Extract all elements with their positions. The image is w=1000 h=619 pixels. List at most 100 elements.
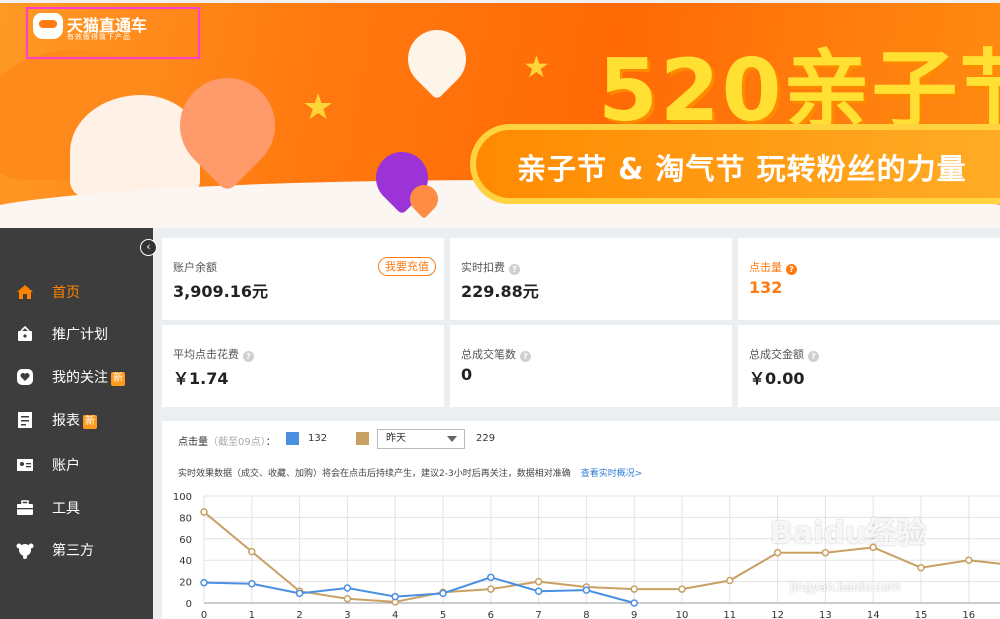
series-point bbox=[582, 586, 591, 594]
heart-icon bbox=[17, 369, 33, 385]
help-icon[interactable]: ? bbox=[243, 351, 254, 362]
x-tick-label: 3 bbox=[344, 610, 350, 619]
clicks-line-chart: 02040608010001234567891011121314151617 bbox=[173, 492, 1000, 619]
new-badge: 新 bbox=[111, 372, 125, 386]
orders-card: 总成交笔数? 0 bbox=[450, 325, 732, 407]
new-badge: 新 bbox=[83, 415, 97, 429]
x-tick-label: 15 bbox=[915, 610, 928, 619]
series-point bbox=[678, 585, 686, 593]
heart-decoration-icon bbox=[395, 17, 479, 101]
help-icon[interactable]: ? bbox=[808, 351, 819, 362]
x-tick-label: 12 bbox=[771, 610, 784, 619]
star-decoration-icon: ★ bbox=[302, 87, 335, 128]
x-tick-label: 16 bbox=[962, 610, 975, 619]
series-point bbox=[534, 577, 543, 586]
orders-label: 总成交笔数? bbox=[461, 346, 531, 362]
data-delay-notice: 实时效果数据（成交、收藏、加购）将会在点击后持续产生，建议2-3小时后再关注，数… bbox=[178, 469, 643, 479]
sidebar-item-label: 首页 bbox=[52, 285, 80, 301]
banner-subtitle: 亲子节 & 淘气节 玩转粉丝的力量 bbox=[517, 152, 967, 186]
series-point bbox=[487, 585, 495, 593]
sidebar-item-tools[interactable]: 工具 bbox=[0, 487, 153, 529]
sidebar-item-third-party[interactable]: 第三方 bbox=[0, 529, 153, 571]
compare-clicks-value: 229 bbox=[476, 433, 496, 444]
series-point bbox=[248, 547, 256, 556]
y-tick-label: 20 bbox=[179, 578, 192, 589]
series-point bbox=[487, 573, 495, 582]
series-point bbox=[534, 587, 543, 595]
id-card-icon bbox=[17, 459, 33, 471]
x-tick-label: 14 bbox=[867, 610, 880, 619]
series-point bbox=[200, 578, 208, 587]
avg-cpc-value: ￥1.74 bbox=[173, 369, 229, 388]
sidebar-item-home[interactable]: 首页 bbox=[0, 271, 153, 313]
x-tick-label: 6 bbox=[488, 610, 494, 619]
balance-value: 3,909.16元 bbox=[173, 282, 268, 301]
x-tick-label: 2 bbox=[296, 610, 302, 619]
sidebar-item-favorites[interactable]: 我的关注新 bbox=[0, 356, 153, 398]
x-tick-label: 5 bbox=[440, 610, 446, 619]
series-point bbox=[391, 592, 399, 601]
top-divider bbox=[0, 0, 1000, 3]
x-tick-label: 4 bbox=[392, 610, 398, 619]
series-point bbox=[965, 556, 973, 564]
home-icon bbox=[17, 285, 33, 299]
balance-card: 账户余额 我要充值 3,909.16元 bbox=[162, 238, 444, 320]
baidu-watermark: Baidu经验 bbox=[770, 516, 927, 551]
bag-icon bbox=[18, 325, 32, 341]
series-point bbox=[630, 599, 638, 607]
x-tick-label: 1 bbox=[249, 610, 255, 619]
compare-day-select[interactable]: 昨天 bbox=[377, 429, 465, 449]
series-point bbox=[248, 579, 256, 588]
brand-tagline: 有效贩得致下产品 bbox=[67, 33, 131, 41]
help-icon[interactable]: ? bbox=[786, 264, 797, 275]
x-tick-label: 9 bbox=[631, 610, 637, 619]
series-point bbox=[295, 589, 304, 598]
today-legend-swatch bbox=[286, 432, 299, 445]
series-point bbox=[726, 576, 734, 585]
gmv-card: 总成交金额? ￥0.00 bbox=[738, 325, 1000, 407]
sidebar-item-label: 推广计划 bbox=[52, 327, 108, 343]
series-point bbox=[439, 589, 447, 598]
baidu-watermark-url: jingyan.baidu.com bbox=[790, 580, 901, 594]
help-icon[interactable]: ? bbox=[520, 351, 531, 362]
realtime-overview-link[interactable]: 查看实时概况> bbox=[581, 469, 643, 479]
gmv-label: 总成交金额? bbox=[749, 346, 819, 362]
y-tick-label: 0 bbox=[186, 599, 192, 610]
clicks-label: 点击量? bbox=[749, 259, 797, 275]
toolbox-icon bbox=[17, 500, 33, 515]
avg-cpc-label: 平均点击花费? bbox=[173, 346, 254, 362]
clicks-value: 132 bbox=[749, 278, 783, 297]
y-tick-label: 60 bbox=[179, 535, 192, 546]
report-icon bbox=[18, 412, 32, 428]
series-point bbox=[343, 584, 352, 592]
sidebar-item-reports[interactable]: 报表新 bbox=[0, 399, 153, 441]
spend-label: 实时扣费? bbox=[461, 259, 520, 275]
spend-card: 实时扣费? 229.88元 bbox=[450, 238, 732, 320]
series-point bbox=[917, 563, 925, 572]
sidebar-item-label: 我的关注新 bbox=[52, 370, 125, 386]
y-tick-label: 100 bbox=[173, 492, 192, 503]
x-tick-label: 8 bbox=[583, 610, 589, 619]
spend-value: 229.88元 bbox=[461, 282, 539, 301]
gmv-value: ￥0.00 bbox=[749, 369, 805, 388]
recharge-button[interactable]: 我要充值 bbox=[378, 257, 436, 276]
x-tick-label: 0 bbox=[201, 610, 207, 619]
car-logo-icon bbox=[33, 13, 63, 39]
chevron-down-icon bbox=[447, 436, 457, 442]
star-decoration-icon: ★ bbox=[523, 50, 550, 85]
sidebar-item-label: 报表新 bbox=[52, 413, 97, 429]
sidebar-item-label: 第三方 bbox=[52, 543, 94, 559]
clicks-card: 点击量? 132 bbox=[738, 238, 1000, 320]
avg-cpc-card: 平均点击花费? ￥1.74 bbox=[162, 325, 444, 407]
series-point bbox=[630, 585, 638, 593]
chevron-left-icon[interactable]: ‹ bbox=[140, 239, 157, 256]
orders-value: 0 bbox=[461, 365, 473, 384]
sidebar-item-account[interactable]: 账户 bbox=[0, 444, 153, 486]
x-tick-label: 10 bbox=[676, 610, 689, 619]
help-icon[interactable]: ? bbox=[509, 264, 520, 275]
y-tick-label: 80 bbox=[179, 513, 192, 524]
series-point bbox=[343, 594, 352, 603]
sidebar-item-campaigns[interactable]: 推广计划 bbox=[0, 313, 153, 355]
chart-metric-label: 点击量（截至09点）： bbox=[178, 437, 276, 448]
series-point bbox=[200, 508, 208, 516]
